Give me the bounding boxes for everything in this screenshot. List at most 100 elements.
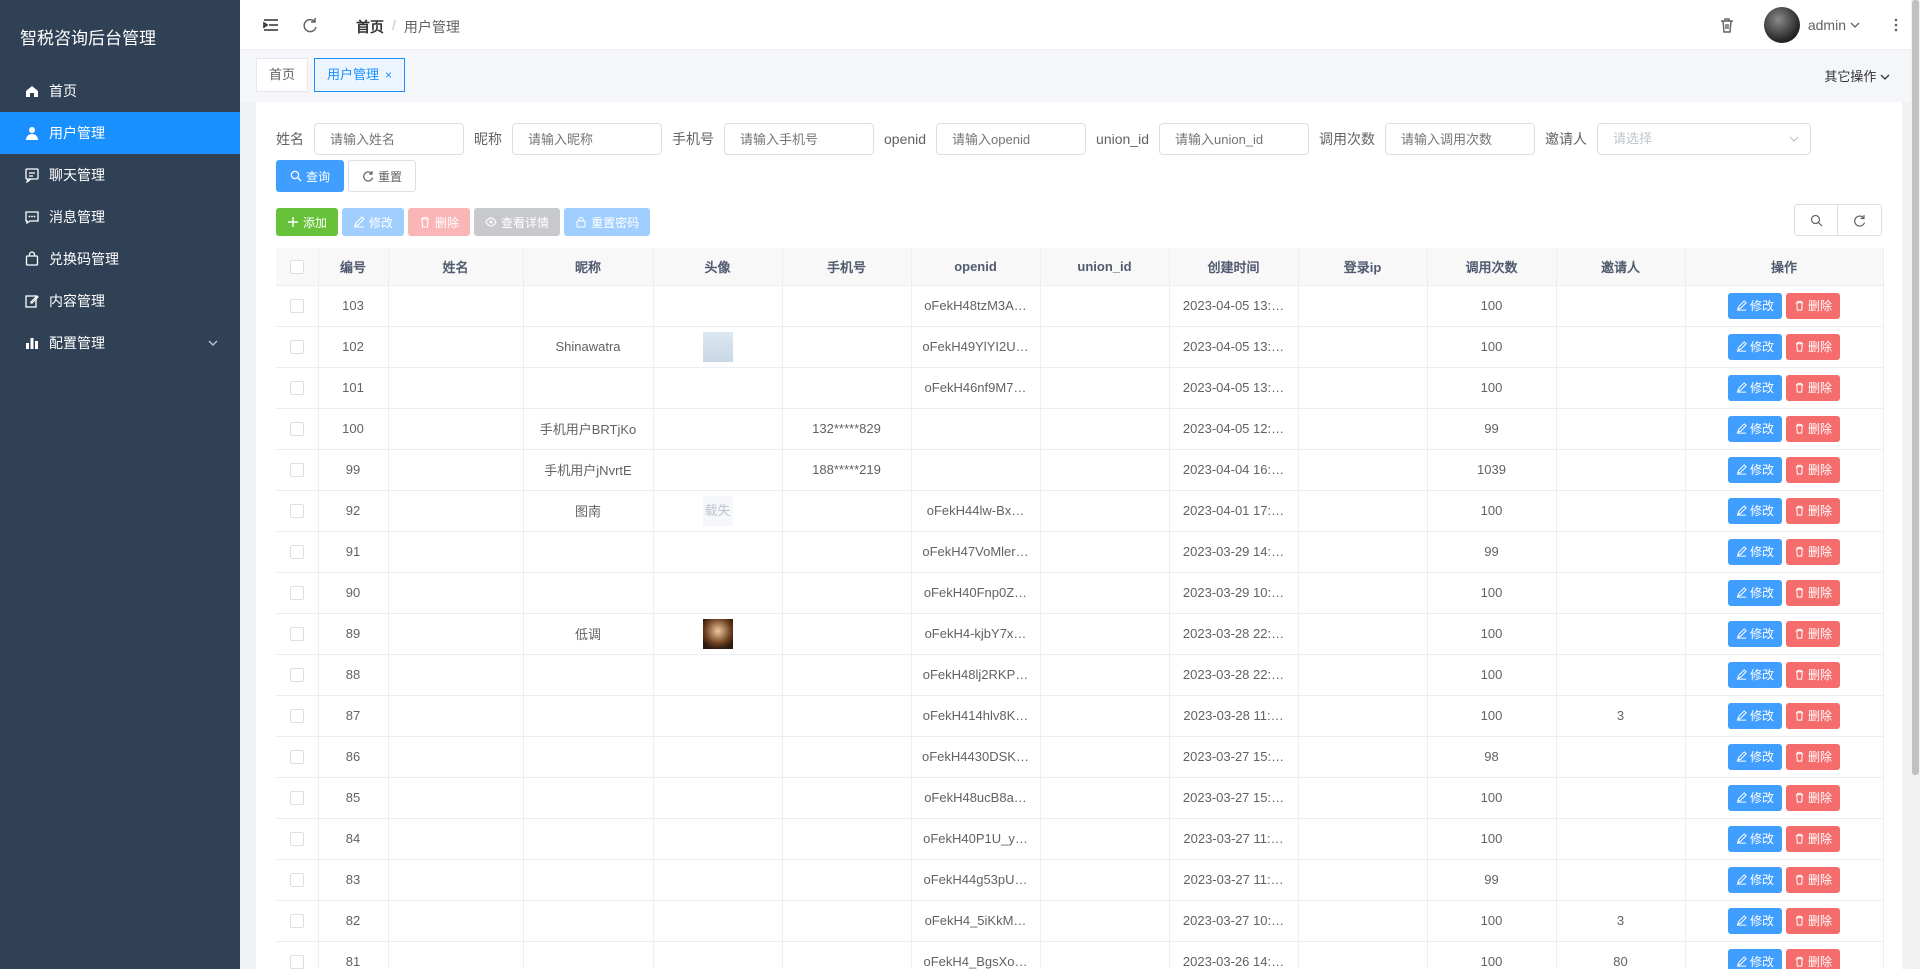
sidebar-item-4[interactable]: 兑换码管理 <box>0 238 240 280</box>
more-icon[interactable] <box>1894 17 1898 33</box>
row-edit-button[interactable]: 修改 <box>1727 907 1782 934</box>
table-row[interactable]: 102 Shinawatra oFekH49YlYI2U… 2023-04-05 13… <box>276 326 1884 368</box>
row-delete-button[interactable]: 删除 <box>1786 374 1841 401</box>
table-row[interactable]: 88 oFekH48lj2RKP… 2023-03-28 22:… 100 修改 删除 <box>276 654 1884 696</box>
row-edit-button[interactable]: 修改 <box>1727 374 1782 401</box>
breadcrumb-home[interactable]: 首页 <box>356 17 384 37</box>
row-checkbox[interactable] <box>289 299 304 314</box>
trash-icon[interactable] <box>1718 16 1736 34</box>
user-name[interactable]: admin <box>1808 17 1846 33</box>
table-row[interactable]: 103 oFekH48tzM3A… 2023-04-05 13:… 100 修改 删除 <box>276 285 1884 327</box>
search-input[interactable] <box>724 123 874 155</box>
search-input[interactable] <box>1158 123 1309 155</box>
table-row[interactable]: 84 oFekH40P1U_y… 2023-03-27 11:… 100 修改 删除 <box>276 818 1884 860</box>
row-checkbox[interactable] <box>289 955 304 969</box>
table-row[interactable]: 83 oFekH44g53pU… 2023-03-27 11:… 99 修改 删除 <box>276 859 1884 901</box>
edit-button[interactable]: 修改 <box>342 208 405 236</box>
table-row[interactable]: 85 oFekH48ucB8a… 2023-03-27 15:… 100 修改 删除 <box>276 777 1884 819</box>
row-delete-button[interactable]: 删除 <box>1786 415 1841 442</box>
sidebar-item-3[interactable]: 消息管理 <box>0 196 240 238</box>
row-checkbox[interactable] <box>289 709 304 724</box>
view-detail-button[interactable]: 查看详情 <box>474 208 561 236</box>
refresh-table-button[interactable] <box>1838 204 1882 236</box>
sidebar-item-5[interactable]: 内容管理 <box>0 280 240 322</box>
row-edit-button[interactable]: 修改 <box>1727 456 1782 483</box>
row-delete-button[interactable]: 删除 <box>1786 948 1841 969</box>
row-delete-button[interactable]: 删除 <box>1786 292 1841 319</box>
delete-button[interactable]: 删除 <box>408 208 471 236</box>
row-checkbox[interactable] <box>289 791 304 806</box>
row-edit-button[interactable]: 修改 <box>1727 825 1782 852</box>
sidebar-item-6[interactable]: 配置管理 <box>0 322 240 364</box>
table-row[interactable]: 99 手机用户jNvrtE 188*****219 2023-04-04 16:… 10… <box>276 449 1884 491</box>
add-button[interactable]: 添加 <box>276 208 339 236</box>
tag-user-management[interactable]: 用户管理 × <box>314 58 406 92</box>
sidebar-item-0[interactable]: 首页 <box>0 70 240 112</box>
row-checkbox[interactable] <box>289 504 304 519</box>
row-delete-button[interactable]: 删除 <box>1786 538 1841 565</box>
row-edit-button[interactable]: 修改 <box>1727 784 1782 811</box>
row-delete-button[interactable]: 删除 <box>1786 907 1841 934</box>
table-row[interactable]: 89 低调 oFekH4-kjbY7x… 2023-03-28 22:… 100 修改 删除 <box>276 613 1884 655</box>
table-row[interactable]: 100 手机用户BRTjKo 132*****829 2023-04-05 12:… 9… <box>276 408 1884 450</box>
scrollbar[interactable] <box>1911 0 1920 969</box>
table-row[interactable]: 101 oFekH46nf9M7… 2023-04-05 13:… 100 修改 删除 <box>276 367 1884 409</box>
row-edit-button[interactable]: 修改 <box>1727 415 1782 442</box>
search-input[interactable] <box>512 123 662 155</box>
scrollbar-thumb[interactable] <box>1912 0 1919 775</box>
avatar-image[interactable] <box>702 618 733 649</box>
row-checkbox[interactable] <box>289 381 304 396</box>
toggle-search-button[interactable] <box>1794 204 1838 236</box>
row-delete-button[interactable]: 删除 <box>1786 702 1841 729</box>
row-checkbox[interactable] <box>289 832 304 847</box>
reset-password-button[interactable]: 重置密码 <box>564 208 651 236</box>
search-input[interactable] <box>936 123 1087 155</box>
row-delete-button[interactable]: 删除 <box>1786 825 1841 852</box>
row-checkbox[interactable] <box>289 586 304 601</box>
table-row[interactable]: 86 oFekH4430DSK… 2023-03-27 15:… 98 修改 删除 <box>276 736 1884 778</box>
row-delete-button[interactable]: 删除 <box>1786 866 1841 893</box>
close-icon[interactable]: × <box>385 68 392 82</box>
sidebar-item-2[interactable]: 聊天管理 <box>0 154 240 196</box>
row-checkbox[interactable] <box>289 545 304 560</box>
row-edit-button[interactable]: 修改 <box>1727 620 1782 647</box>
other-ops-dropdown[interactable]: 其它操作 <box>1824 66 1890 85</box>
inviter-select[interactable]: 请选择 <box>1596 123 1811 155</box>
select-all-checkbox[interactable] <box>289 260 304 275</box>
tag-home[interactable]: 首页 <box>256 58 309 92</box>
row-delete-button[interactable]: 删除 <box>1786 784 1841 811</box>
hamburger-icon[interactable] <box>262 16 280 34</box>
row-edit-button[interactable]: 修改 <box>1727 333 1782 360</box>
avatar[interactable] <box>1763 7 1800 43</box>
query-button[interactable]: 查询 <box>276 160 345 192</box>
row-checkbox[interactable] <box>289 627 304 642</box>
row-edit-button[interactable]: 修改 <box>1727 948 1782 969</box>
table-row[interactable]: 87 oFekH414hlv8K… 2023-03-28 11:… 100 3 修改 删除 <box>276 695 1884 737</box>
row-edit-button[interactable]: 修改 <box>1727 743 1782 770</box>
row-delete-button[interactable]: 删除 <box>1786 661 1841 688</box>
row-delete-button[interactable]: 删除 <box>1786 497 1841 524</box>
row-checkbox[interactable] <box>289 914 304 929</box>
row-checkbox[interactable] <box>289 422 304 437</box>
row-checkbox[interactable] <box>289 463 304 478</box>
row-checkbox[interactable] <box>289 873 304 888</box>
chevron-down-icon[interactable] <box>1850 20 1860 30</box>
row-edit-button[interactable]: 修改 <box>1727 497 1782 524</box>
search-input[interactable] <box>314 123 464 155</box>
row-checkbox[interactable] <box>289 340 304 355</box>
search-input[interactable] <box>1384 123 1535 155</box>
avatar-image[interactable] <box>702 331 733 362</box>
row-delete-button[interactable]: 删除 <box>1786 456 1841 483</box>
reset-button[interactable]: 重置 <box>348 160 417 192</box>
row-edit-button[interactable]: 修改 <box>1727 538 1782 565</box>
table-row[interactable]: 91 oFekH47VoMler… 2023-03-29 14:… 99 修改 删除 <box>276 531 1884 573</box>
row-edit-button[interactable]: 修改 <box>1727 292 1782 319</box>
row-edit-button[interactable]: 修改 <box>1727 702 1782 729</box>
row-edit-button[interactable]: 修改 <box>1727 661 1782 688</box>
sidebar-item-1[interactable]: 用户管理 <box>0 112 240 154</box>
row-edit-button[interactable]: 修改 <box>1727 866 1782 893</box>
row-checkbox[interactable] <box>289 750 304 765</box>
table-row[interactable]: 82 oFekH4_5iKkM… 2023-03-27 10:… 100 3 修改 删除 <box>276 900 1884 942</box>
row-delete-button[interactable]: 删除 <box>1786 743 1841 770</box>
row-delete-button[interactable]: 删除 <box>1786 333 1841 360</box>
